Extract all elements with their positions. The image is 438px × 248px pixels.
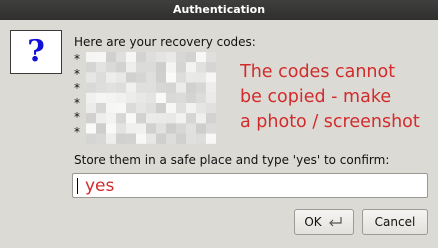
pixelated-codes	[86, 52, 216, 144]
ok-button-label: OK	[304, 215, 322, 229]
window-title: Authentication	[0, 0, 438, 20]
text-caret	[77, 178, 78, 194]
ok-button[interactable]: OK	[294, 209, 354, 235]
code-bullet: *	[74, 52, 80, 66]
recovery-code-list: * * * * * *	[74, 52, 80, 139]
annotation-note: The codes cannot be copied - make a phot…	[240, 60, 420, 135]
question-icon: ?	[10, 30, 62, 74]
cancel-button-label: Cancel	[374, 215, 416, 229]
code-bullet: *	[74, 66, 80, 81]
confirm-instruction: Store them in a safe place and type 'yes…	[74, 153, 390, 167]
cancel-button[interactable]: Cancel	[362, 209, 428, 235]
recovery-codes-message: Here are your recovery codes:	[74, 35, 256, 49]
return-key-icon	[328, 217, 342, 227]
confirm-input[interactable]: yes	[72, 173, 428, 198]
confirm-input-value: yes	[85, 176, 115, 196]
annotation-line: a photo / screenshot	[240, 112, 420, 132]
code-bullet: *	[74, 81, 80, 95]
code-bullet: *	[74, 95, 80, 110]
code-bullet: *	[74, 110, 80, 124]
annotation-line: be copied - make	[240, 87, 392, 107]
code-bullet: *	[74, 124, 80, 139]
authentication-dialog: Authentication ? Here are your recovery …	[0, 0, 438, 248]
annotation-line: The codes cannot	[240, 62, 396, 82]
